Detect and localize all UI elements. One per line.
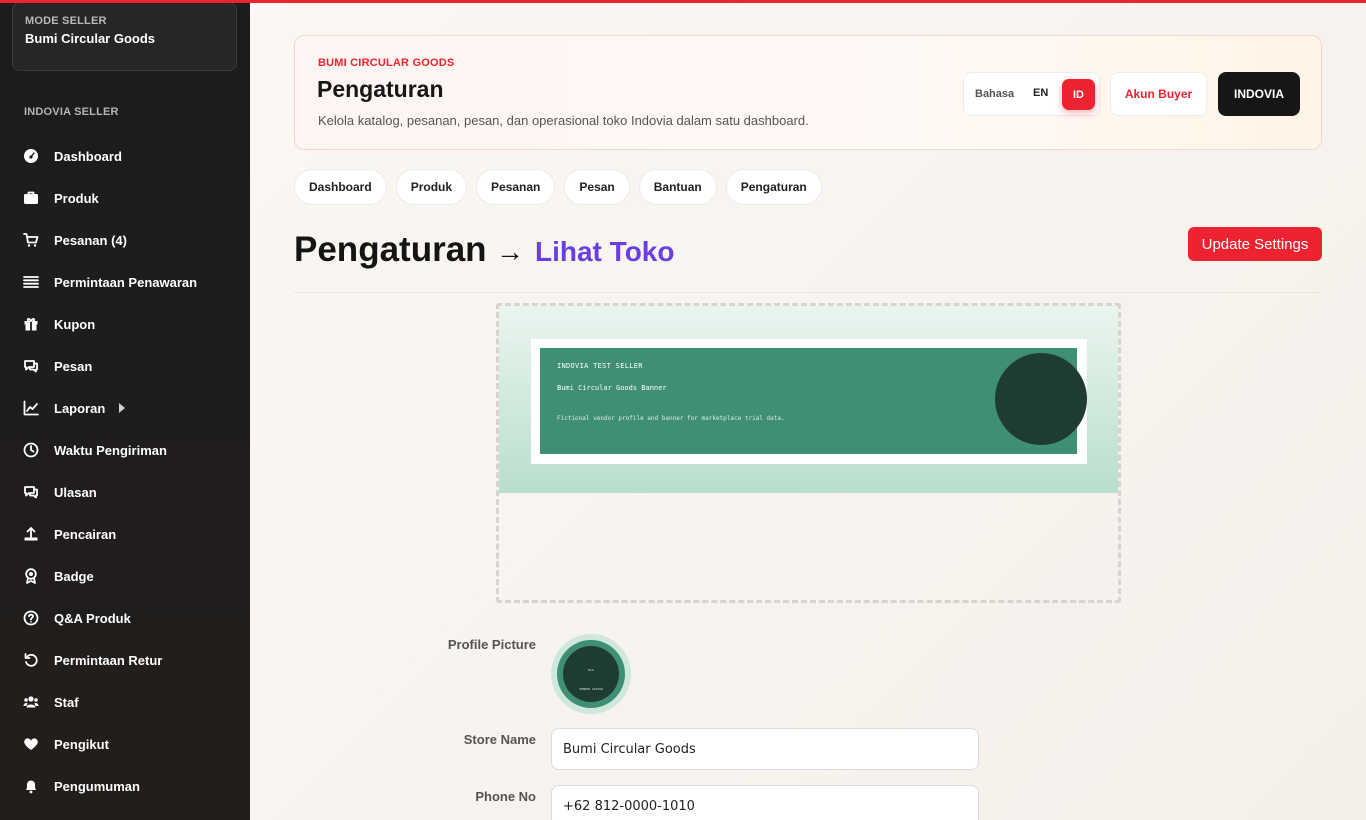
language-label: Bahasa [975, 88, 1015, 100]
award-icon [23, 568, 39, 584]
buyer-account-button[interactable]: Akun Buyer [1110, 72, 1207, 116]
language-id-button[interactable]: ID [1062, 79, 1095, 110]
tab-bantuan[interactable]: Bantuan [638, 169, 717, 205]
sidebar-item-label: Produk [54, 190, 99, 206]
sidebar-item-permintaan-retur[interactable]: Permintaan Retur [0, 639, 250, 681]
clock-icon [23, 442, 39, 458]
indovia-button[interactable]: INDOVIA [1218, 72, 1300, 116]
sidebar-item-kupon[interactable]: Kupon [0, 303, 250, 345]
sidebar-item-produk[interactable]: Produk [0, 177, 250, 219]
undo-icon [23, 652, 39, 668]
sidebar-item-label: Pencairan [54, 526, 117, 542]
sidebar-item-dashboard[interactable]: Dashboard [0, 135, 250, 177]
phone-input[interactable] [551, 785, 979, 820]
sidebar-item-label: Staf [54, 694, 79, 710]
tab-pesanan[interactable]: Pesanan [476, 169, 556, 205]
sidebar-heading: INDOVIA SELLER [24, 106, 119, 118]
arrow-right-icon: → [496, 236, 524, 267]
sidebar-item-label: Q&A Produk [54, 610, 131, 626]
header-title: Pengaturan [317, 76, 444, 102]
language-switcher: Bahasa EN ID [963, 72, 1100, 116]
sidebar-item-qa-produk[interactable]: Q&A Produk [0, 597, 250, 639]
cart-icon [23, 232, 39, 248]
store-name-label: Store Name [463, 732, 536, 747]
tab-pengaturan[interactable]: Pengaturan [725, 169, 822, 205]
sidebar-item-label: Badge [54, 568, 94, 584]
sidebar-item-label: Pengumuman [54, 778, 140, 794]
sidebar-item-label: Pesan [54, 358, 93, 374]
sidebar-item-label: Kupon [54, 316, 96, 332]
store-name-input[interactable] [551, 728, 979, 770]
divider [294, 292, 1322, 293]
sidebar-item-label: Ulasan [54, 484, 97, 500]
sidebar-item-waktu-pengiriman[interactable]: Waktu Pengiriman [0, 429, 250, 471]
question-circle-icon [23, 610, 39, 626]
sidebar-nav: Dashboard Produk Pesanan (4) Permintaan … [0, 135, 250, 807]
banner-preview: INDOVIA TEST SELLER Bumi Circular Goods … [499, 306, 1118, 493]
sidebar-item-label: Pengikut [54, 736, 109, 752]
sidebar-store-name: Bumi Circular Goods [25, 31, 156, 46]
sidebar-item-pesanan[interactable]: Pesanan (4) [0, 219, 250, 261]
sidebar-item-label: Laporan [54, 400, 106, 416]
profile-picture-upload[interactable]: BCG VENDOR AVATAR [551, 634, 631, 714]
update-settings-button[interactable]: Update Settings [1188, 227, 1322, 261]
gift-icon [23, 316, 39, 332]
top-accent-bar [0, 0, 1366, 3]
sidebar-item-badge[interactable]: Badge [0, 555, 250, 597]
sidebar-item-pencairan[interactable]: Pencairan [0, 513, 250, 555]
upload-icon [23, 526, 39, 542]
avatar-initials: BCG [588, 668, 594, 672]
sidebar-item-permintaan-penawaran[interactable]: Permintaan Penawaran [0, 261, 250, 303]
tab-produk[interactable]: Produk [395, 169, 468, 205]
banner-description: Fictional vendor profile and banner for … [557, 415, 785, 422]
chart-line-icon [23, 400, 39, 416]
language-en-button[interactable]: EN [1033, 87, 1048, 99]
avatar-ring: BCG VENDOR AVATAR [557, 640, 625, 708]
avatar-caption: VENDOR AVATAR [579, 687, 603, 691]
sidebar-item-label: Dashboard [54, 148, 122, 164]
bell-icon [23, 778, 39, 794]
users-icon [23, 694, 39, 710]
sidebar-item-pengumuman[interactable]: Pengumuman [0, 765, 250, 807]
heart-icon [23, 736, 39, 752]
banner-title: Bumi Circular Goods Banner [557, 384, 667, 392]
sidebar-item-label: Waktu Pengiriman [54, 442, 167, 458]
tab-pesan[interactable]: Pesan [564, 169, 630, 205]
page-title: Pengaturan [294, 230, 487, 269]
list-icon [23, 274, 39, 290]
seller-mode-card[interactable]: MODE SELLER Bumi Circular Goods [12, 2, 237, 71]
view-store-link[interactable]: Lihat Toko [535, 236, 674, 268]
tab-dashboard[interactable]: Dashboard [294, 169, 387, 205]
header-subtitle: Kelola katalog, pesanan, pesan, dan oper… [318, 113, 809, 128]
banner-circle-decoration [995, 353, 1087, 445]
sidebar-item-pesan[interactable]: Pesan [0, 345, 250, 387]
caret-right-icon [119, 403, 126, 413]
sidebar-item-pengikut[interactable]: Pengikut [0, 723, 250, 765]
sidebar-item-staf[interactable]: Staf [0, 681, 250, 723]
sidebar-item-label: Permintaan Retur [54, 652, 163, 668]
sidebar-item-ulasan[interactable]: Ulasan [0, 471, 250, 513]
sidebar-item-label: Permintaan Penawaran [54, 274, 198, 290]
sidebar: MODE SELLER Bumi Circular Goods INDOVIA … [0, 0, 250, 820]
comments-icon [23, 484, 39, 500]
phone-label: Phone No [475, 789, 536, 804]
brand-label: BUMI CIRCULAR GOODS [318, 57, 455, 69]
profile-picture-label: Profile Picture [447, 637, 536, 652]
mode-label: MODE SELLER [25, 15, 107, 27]
dashboard-icon [23, 148, 39, 164]
briefcase-icon [23, 190, 39, 206]
quick-tabs: Dashboard Produk Pesanan Pesan Bantuan P… [294, 169, 822, 205]
banner-kicker: INDOVIA TEST SELLER [557, 362, 643, 370]
sidebar-item-laporan[interactable]: Laporan [0, 387, 250, 429]
header-card: BUMI CIRCULAR GOODS Pengaturan Kelola ka… [294, 35, 1322, 150]
banner-upload-zone[interactable]: INDOVIA TEST SELLER Bumi Circular Goods … [496, 303, 1121, 603]
sidebar-item-label: Pesanan (4) [54, 232, 127, 248]
avatar: BCG VENDOR AVATAR [563, 646, 619, 702]
chat-icon [23, 358, 39, 374]
